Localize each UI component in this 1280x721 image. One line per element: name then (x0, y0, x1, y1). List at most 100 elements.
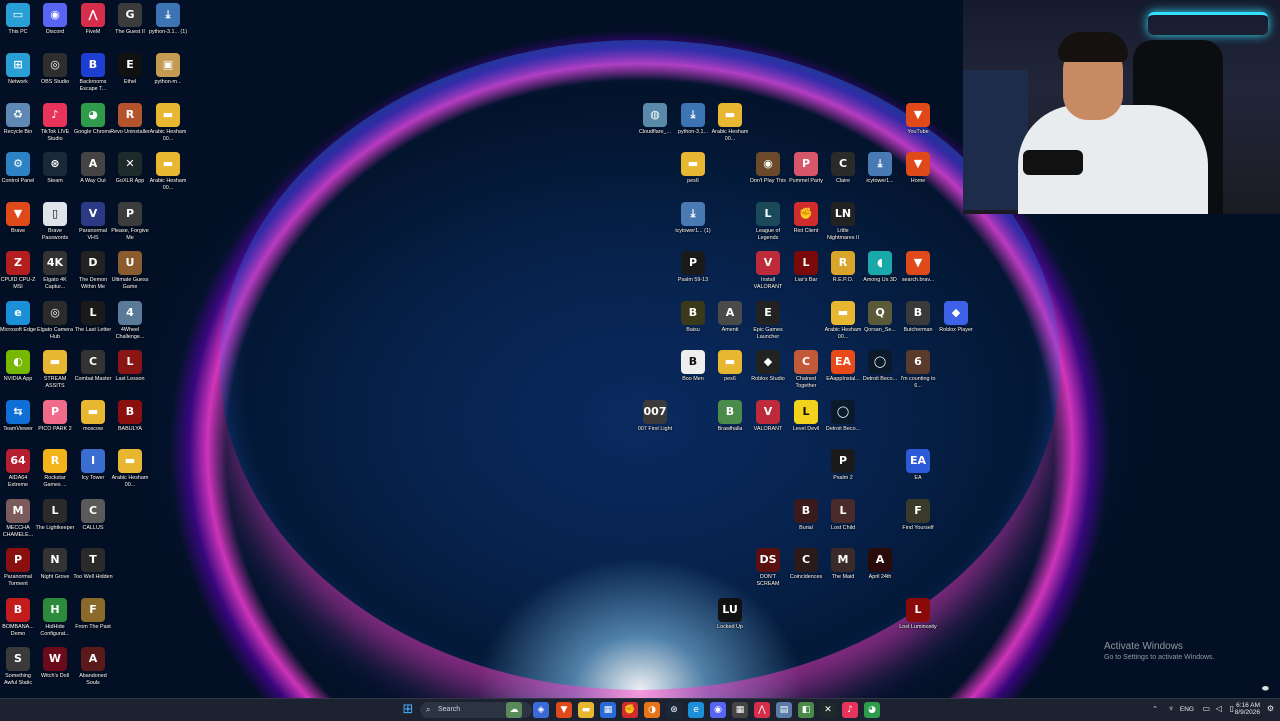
desktop-icon[interactable]: 4 4Wheel Challenge... (110, 301, 150, 342)
desktop-icon[interactable]: ▬ Arabic Hesham 00... (710, 103, 750, 144)
chevron-up-icon[interactable]: ⌃ (1152, 705, 1158, 713)
desktop-icon[interactable]: 4K Elgato 4K Captur... (35, 251, 75, 292)
riot-icon[interactable]: ✊ (622, 702, 638, 718)
desktop-icon[interactable]: I Icy Tower (73, 449, 113, 482)
desktop-icon[interactable]: ⤓ python-3.1... (673, 103, 713, 136)
desktop-icon[interactable]: 64 AIDA64 Extreme (0, 449, 38, 490)
desktop-icon[interactable]: 6 I'm counting to 6... (898, 350, 938, 391)
desktop-icon[interactable]: ◎ OBS Studio (35, 53, 75, 86)
desktop-icon[interactable]: B BABULYA (110, 400, 150, 433)
desktop-icon[interactable]: S Something Awful Static (0, 647, 38, 688)
widgets-icon[interactable]: ☁ (506, 702, 522, 718)
desktop-icon[interactable]: ▣ python-m... (148, 53, 188, 86)
desktop-icon[interactable]: ⚙ Control Panel (0, 152, 38, 185)
desktop-icon[interactable]: ▬ Arabic Hesham 00... (110, 449, 150, 490)
microphone-icon[interactable]: ♆ (1168, 704, 1174, 713)
desktop-icon[interactable]: P Pummel Party (786, 152, 826, 185)
desktop-icon[interactable]: F From The Past (73, 598, 113, 631)
desktop-icon[interactable]: ◎ Elgato Camera Hub (35, 301, 75, 342)
desktop-icon[interactable]: ⊛ Steam (35, 152, 75, 185)
desktop-icon[interactable]: L Lost Luminosity (898, 598, 938, 631)
clock[interactable]: 6:16 AM 8/9/2026 (1235, 702, 1260, 716)
desktop-icon[interactable]: ▭ This PC (0, 3, 38, 36)
desktop-icon[interactable]: ⤓ python-3.1... (1) (148, 3, 188, 36)
desktop-icon[interactable]: L Level Devil (786, 400, 826, 433)
fivem-icon[interactable]: ⋀ (754, 702, 770, 718)
settings-icon[interactable]: ⚙ (1267, 704, 1274, 713)
desktop-icon[interactable]: C Chained Together (786, 350, 826, 391)
desktop-icon[interactable]: G The Guest II (110, 3, 150, 36)
desktop-icon[interactable]: ▯ Brave Passwords (35, 202, 75, 243)
language-indicator[interactable]: ENG (1180, 706, 1194, 713)
desktop-icon[interactable]: L League of Legends (748, 202, 788, 243)
app-icon[interactable]: ◧ (798, 702, 814, 718)
desktop-icon[interactable]: C Combat Master (73, 350, 113, 383)
desktop-icon[interactable]: P Paranormal Torment (0, 548, 38, 589)
desktop-icon[interactable]: C CALLUS (73, 499, 113, 532)
discord-icon[interactable]: ◉ (710, 702, 726, 718)
desktop-icon[interactable]: e Microsoft Edge (0, 301, 38, 334)
desktop-icon[interactable]: V Paranormal VHS (73, 202, 113, 243)
battery-icon[interactable]: ▯ (1230, 704, 1234, 713)
desktop-icon[interactable]: V Install VALORANT (748, 251, 788, 292)
brave-icon[interactable]: ▼ (556, 702, 572, 718)
desktop-icon[interactable]: Z CPUID CPU-Z MSI (0, 251, 38, 292)
desktop-icon[interactable]: ▬ Arabic Hesham 00... (148, 103, 188, 144)
desktop-icon[interactable]: ⊞ Network (0, 53, 38, 86)
desktop-icon[interactable]: DS DON'T SCREAM (748, 548, 788, 589)
desktop-icon[interactable]: ▬ Arabic Hesham 00... (148, 152, 188, 193)
chrome-icon[interactable]: ◕ (864, 702, 880, 718)
file-explorer-icon[interactable]: ▬ (578, 702, 594, 718)
desktop-icon[interactable]: B Burial (786, 499, 826, 532)
desktop-icon[interactable]: ◯ Detroit Beco... (823, 400, 863, 433)
desktop-icon[interactable]: T Too Well Hidden (73, 548, 113, 581)
desktop-icon[interactable]: P Psalm 59-13 (673, 251, 713, 284)
desktop-icon[interactable]: R Rockstar Games ... (35, 449, 75, 490)
notepad-icon[interactable]: ▤ (776, 702, 792, 718)
desktop-icon[interactable]: A Amenti (710, 301, 750, 334)
calculator-icon[interactable]: ▦ (732, 702, 748, 718)
desktop-icon[interactable]: ▼ search.brav... (898, 251, 938, 284)
desktop-icon[interactable]: ◖ Among Us 3D (860, 251, 900, 284)
desktop-icon[interactable]: U Ultimate Guess Game (110, 251, 150, 292)
desktop-icon[interactable]: ◕ Google Chrome (73, 103, 113, 136)
desktop-icon[interactable]: M MECCHA CHAMELE... (0, 499, 38, 540)
desktop-icon[interactable]: ◆ Roblox Studio (748, 350, 788, 383)
windows-start-icon[interactable]: ⊞ (400, 702, 416, 718)
desktop-icon[interactable]: LN Little Nightmares II (823, 202, 863, 243)
desktop-icon[interactable]: L The Last Letter (73, 301, 113, 334)
desktop-icon[interactable]: ▬ moscow (73, 400, 113, 433)
desktop-icon[interactable]: L The Lightkeeper (35, 499, 75, 532)
desktop-icon[interactable]: ▬ Arabic Hesham 00... (823, 301, 863, 342)
desktop-icon[interactable]: 007 007 First Light (635, 400, 675, 433)
desktop-icon[interactable]: ⤓ icytower1... (1) (673, 202, 713, 235)
steam-icon[interactable]: ⊛ (666, 702, 682, 718)
desktop-icon[interactable]: ▬ STREAM ASSITS (35, 350, 75, 391)
desktop-icon[interactable]: LU Locked Up (710, 598, 750, 631)
desktop-icon[interactable]: P Psalm 2 (823, 449, 863, 482)
desktop-icon[interactable]: P Please, Forgive Me (110, 202, 150, 243)
desktop-icon[interactable]: W Witch's Doll (35, 647, 75, 680)
desktop-icon[interactable]: C Coincidences (786, 548, 826, 581)
desktop-icon[interactable]: A April 24th (860, 548, 900, 581)
volume-icon[interactable]: ◁ (1216, 704, 1222, 713)
desktop-icon[interactable]: ◐ NVIDIA App (0, 350, 38, 383)
desktop-icon[interactable]: ⤓ icytower1... (860, 152, 900, 185)
desktop-icon[interactable]: ⋀ FiveM (73, 3, 113, 36)
desktop-icon[interactable]: ◉ Don't Play This (748, 152, 788, 185)
desktop-icon[interactable]: ◉ Discord (35, 3, 75, 36)
desktop-icon[interactable]: A Abandoned Souls (73, 647, 113, 688)
desktop-icon[interactable]: A A Way Out (73, 152, 113, 185)
desktop-icon[interactable]: Q Qorsan_Se... (860, 301, 900, 334)
desktop-icon[interactable]: ▬ pes6 (710, 350, 750, 383)
desktop-icon[interactable]: ▬ pes6 (673, 152, 713, 185)
firefox-icon[interactable]: ◑ (644, 702, 660, 718)
desktop-icon[interactable]: D The Demon Within Me (73, 251, 113, 292)
desktop-icon[interactable]: ✊ Riot Client (786, 202, 826, 235)
desktop-icon[interactable]: ▼ YouTube (898, 103, 938, 136)
copilot-icon[interactable]: ◈ (533, 702, 549, 718)
desktop-icon[interactable]: R R.E.P.O. (823, 251, 863, 284)
desktop-icon[interactable]: EA EA (898, 449, 938, 482)
desktop-icon[interactable]: EA EAappInstal... (823, 350, 863, 383)
desktop-icon[interactable]: B Boo Men (673, 350, 713, 383)
